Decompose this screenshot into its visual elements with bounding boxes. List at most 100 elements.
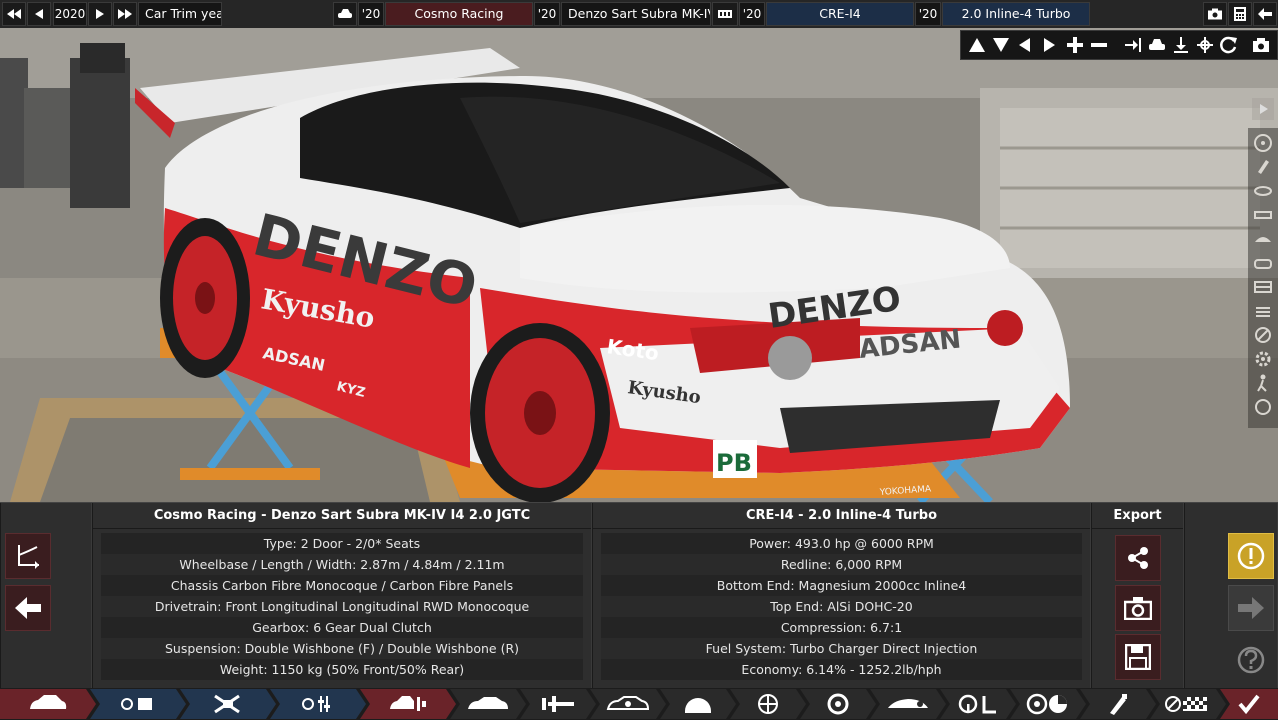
tab-fixtures[interactable]: [1010, 689, 1086, 719]
tab-engine-export[interactable]: [360, 689, 456, 719]
right-triangle-icon: [1044, 38, 1055, 52]
tab-paint[interactable]: [1080, 689, 1156, 719]
tab-finish[interactable]: [1220, 689, 1278, 719]
car-3d-viewport[interactable]: DENZO DENZO Kyusho ADSAN ADSAN Koto Kyus…: [0, 28, 1278, 502]
side-badge-tool[interactable]: [1252, 324, 1274, 346]
tab-brakes[interactable]: [800, 689, 876, 719]
photo-mode-button[interactable]: [1249, 33, 1273, 57]
tab-wheels[interactable]: [730, 689, 806, 719]
tab-interior[interactable]: [940, 689, 1016, 719]
steering-wheel-icon: [1026, 693, 1070, 715]
tab-aerodynamics[interactable]: [870, 689, 946, 719]
tire-tread-icon: [683, 695, 713, 713]
save-button[interactable]: [1115, 634, 1161, 680]
side-mirror-tool[interactable]: [1252, 228, 1274, 250]
crossed-pistons-icon: [211, 692, 245, 716]
garage-scene: DENZO DENZO Kyusho ADSAN ADSAN Koto Kyus…: [0, 28, 1278, 502]
warning-button[interactable]: [1228, 533, 1274, 579]
engine-stat-top-end: Top End: AlSi DOHC-20: [601, 596, 1082, 617]
tab-engine-parts[interactable]: [180, 689, 276, 719]
help-button[interactable]: [1228, 637, 1274, 683]
car-model-menu-button[interactable]: [333, 2, 357, 26]
car-front-icon: [1149, 39, 1165, 50]
car-body-icon: [28, 693, 68, 715]
exit-button[interactable]: [1253, 2, 1277, 26]
tab-engine-family[interactable]: [90, 689, 186, 719]
company-selector[interactable]: Cosmo Racing: [385, 2, 533, 26]
camera-up-button[interactable]: [965, 33, 989, 57]
designer-tab-bar: [0, 688, 1278, 720]
side-tool-column: [1248, 128, 1278, 428]
side-circle-tool[interactable]: [1252, 396, 1274, 418]
tab-chassis[interactable]: [450, 689, 526, 719]
tab-suspension[interactable]: [520, 689, 596, 719]
engine-stat-economy: Economy: 6.14% - 1252.2lb/hph: [601, 659, 1082, 680]
tab-engine-tune[interactable]: [270, 689, 366, 719]
year-first-button[interactable]: [2, 2, 26, 26]
tab-testing[interactable]: [1150, 689, 1226, 719]
vent-icon: [1256, 307, 1270, 317]
tab-drivetrain[interactable]: [590, 689, 666, 719]
tab-car-model[interactable]: [0, 689, 96, 719]
share-button[interactable]: [1115, 535, 1161, 581]
zoom-out-button[interactable]: [1087, 33, 1111, 57]
year-prev-button[interactable]: [27, 2, 51, 26]
car-stats-list: Type: 2 Door - 2/0* Seats Wheelbase / Le…: [101, 533, 583, 680]
right-tool-column: [1184, 503, 1278, 689]
back-button[interactable]: [5, 585, 51, 631]
side-grille-tool[interactable]: [1252, 276, 1274, 298]
side-panel-tool[interactable]: [1252, 204, 1274, 226]
share-nodes-icon: [1128, 547, 1148, 569]
zoom-in-button[interactable]: [1063, 33, 1087, 57]
export-photo-button[interactable]: [1115, 585, 1161, 631]
model-selector[interactable]: Denzo Sart Subra MK-IV I4: [561, 2, 711, 26]
camera-lower-button[interactable]: [1169, 33, 1193, 57]
engine-menu-button[interactable]: [712, 2, 738, 26]
spray-can-icon: [1106, 693, 1130, 715]
camera-left-button[interactable]: [1013, 33, 1037, 57]
calculator-button[interactable]: [1228, 2, 1252, 26]
camera-pan-button[interactable]: [1193, 33, 1217, 57]
engine-variant-year-badge: '20: [915, 2, 941, 26]
side-bumper-tool[interactable]: [1252, 252, 1274, 274]
graph-button[interactable]: [5, 533, 51, 579]
side-paint-tool[interactable]: [1252, 156, 1274, 178]
move-icon: [1197, 37, 1213, 53]
side-vent-tool[interactable]: [1252, 300, 1274, 322]
camera-reset-right-button[interactable]: [1121, 33, 1145, 57]
model-year-badge: '20: [534, 2, 560, 26]
side-wheel-tool[interactable]: [1252, 132, 1274, 154]
year-last-button[interactable]: [113, 2, 137, 26]
plus-icon: [1067, 37, 1083, 53]
grille-icon: [1254, 281, 1272, 293]
next-button[interactable]: [1228, 585, 1274, 631]
up-triangle-icon: [969, 38, 985, 52]
car-stats-panel: Cosmo Racing - Denzo Sart Subra MK-IV I4…: [92, 503, 592, 689]
livery-pb: PB: [716, 449, 752, 477]
camera-down-button[interactable]: [989, 33, 1013, 57]
screenshot-button[interactable]: [1203, 2, 1227, 26]
chassis-icon: [466, 695, 510, 713]
double-right-arrow-icon: [118, 9, 132, 19]
engine-variant-selector[interactable]: 2.0 Inline-4 Turbo: [942, 2, 1090, 26]
side-settings-tool[interactable]: [1252, 348, 1274, 370]
engine-family-selector[interactable]: CRE-I4: [766, 2, 914, 26]
person-icon: [1257, 374, 1267, 392]
right-arrow-icon: [96, 9, 104, 19]
arrow-right-icon: [1238, 597, 1264, 619]
engine-stats-title: CRE-I4 - 2.0 Inline-4 Turbo: [593, 503, 1090, 529]
side-headlight-tool[interactable]: [1252, 180, 1274, 202]
side-panel-expand-button[interactable]: [1252, 98, 1274, 120]
badge-icon: [1255, 327, 1271, 343]
year-next-button[interactable]: [88, 2, 112, 26]
car-stat-dimensions: Wheelbase / Length / Width: 2.87m / 4.84…: [101, 554, 583, 575]
arrow-to-line-icon: [1125, 38, 1141, 52]
wheel-rim-icon: [757, 693, 779, 715]
side-person-tool[interactable]: [1252, 372, 1274, 394]
tab-tires[interactable]: [660, 689, 736, 719]
camera-right-button[interactable]: [1037, 33, 1061, 57]
suspension-icon: [538, 694, 578, 714]
camera-rotate-button[interactable]: [1217, 33, 1241, 57]
question-circle-icon: [1237, 646, 1265, 674]
camera-car-view-button[interactable]: [1145, 33, 1169, 57]
